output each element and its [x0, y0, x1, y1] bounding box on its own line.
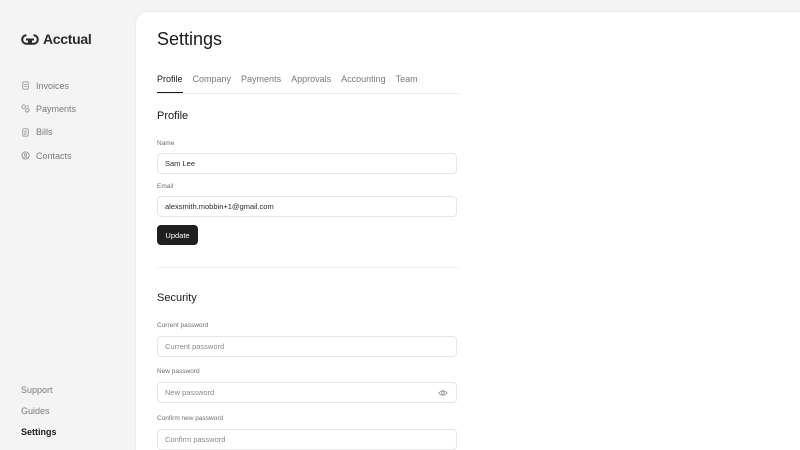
email-field[interactable]: alexsmith.mobbin+1@gmail.com [157, 196, 457, 217]
current-password-field[interactable] [157, 336, 457, 357]
sidebar-item-label: Settings [21, 426, 57, 437]
sidebar-item-label: Invoices [36, 80, 70, 91]
sidebar-nav: Invoices Payments Bills Contacts [21, 74, 76, 167]
sidebar-item-label: Support [21, 384, 53, 395]
new-password-input[interactable] [165, 388, 449, 397]
sidebar-item-contacts[interactable]: Contacts [21, 144, 76, 167]
document-icon [22, 81, 29, 90]
page-title: Settings [157, 29, 223, 49]
sidebar-bottom-nav: Support Guides Settings [21, 379, 57, 442]
tab-accounting[interactable]: Accounting [341, 73, 386, 93]
current-password-input[interactable] [165, 342, 449, 351]
sidebar-item-support[interactable]: Support [21, 379, 57, 400]
sidebar-item-label: Bills [36, 127, 53, 138]
bill-icon [22, 128, 29, 137]
security-section-title: Security [157, 292, 197, 304]
email-value: alexsmith.mobbin+1@gmail.com [165, 202, 274, 211]
email-label: Email [157, 183, 174, 190]
app-window: Acctual Invoices Payments Bills Contacts [0, 0, 800, 450]
tab-team[interactable]: Team [396, 73, 418, 93]
contacts-icon [21, 151, 30, 160]
logo-icon [21, 33, 39, 45]
settings-tabs: Profile Company Payments Approvals Accou… [157, 73, 459, 94]
confirm-password-input[interactable] [165, 435, 449, 444]
confirm-password-label: Confirm new password [157, 415, 224, 422]
sidebar-item-label: Contacts [36, 150, 72, 161]
logo[interactable]: Acctual [21, 31, 92, 47]
app-name: Acctual [43, 31, 92, 47]
sidebar-item-label: Guides [21, 405, 50, 416]
sidebar-item-settings[interactable]: Settings [21, 421, 57, 442]
payments-icon [21, 104, 30, 113]
current-password-label: Current password [157, 322, 209, 329]
tab-approvals[interactable]: Approvals [291, 73, 331, 93]
name-value: Sam Lee [165, 159, 196, 168]
sidebar-item-payments[interactable]: Payments [21, 97, 76, 120]
confirm-password-field[interactable] [157, 429, 457, 450]
update-button[interactable]: Update [157, 225, 198, 245]
eye-icon[interactable] [438, 389, 448, 397]
name-label: Name [157, 140, 175, 147]
tab-payments[interactable]: Payments [241, 73, 281, 93]
sidebar-item-label: Payments [36, 103, 77, 114]
sidebar-item-bills[interactable]: Bills [21, 121, 76, 144]
profile-section-title: Profile [157, 110, 189, 122]
sidebar-item-invoices[interactable]: Invoices [21, 74, 76, 97]
new-password-field[interactable] [157, 382, 457, 403]
tab-company[interactable]: Company [193, 73, 232, 93]
sidebar: Acctual Invoices Payments Bills Contacts [0, 0, 136, 450]
main-content: Settings Profile Company Payments Approv… [136, 12, 800, 450]
name-field[interactable]: Sam Lee [157, 153, 457, 174]
new-password-label: New password [157, 368, 200, 375]
section-divider [157, 267, 459, 268]
sidebar-item-guides[interactable]: Guides [21, 400, 57, 421]
tab-profile[interactable]: Profile [157, 73, 183, 93]
